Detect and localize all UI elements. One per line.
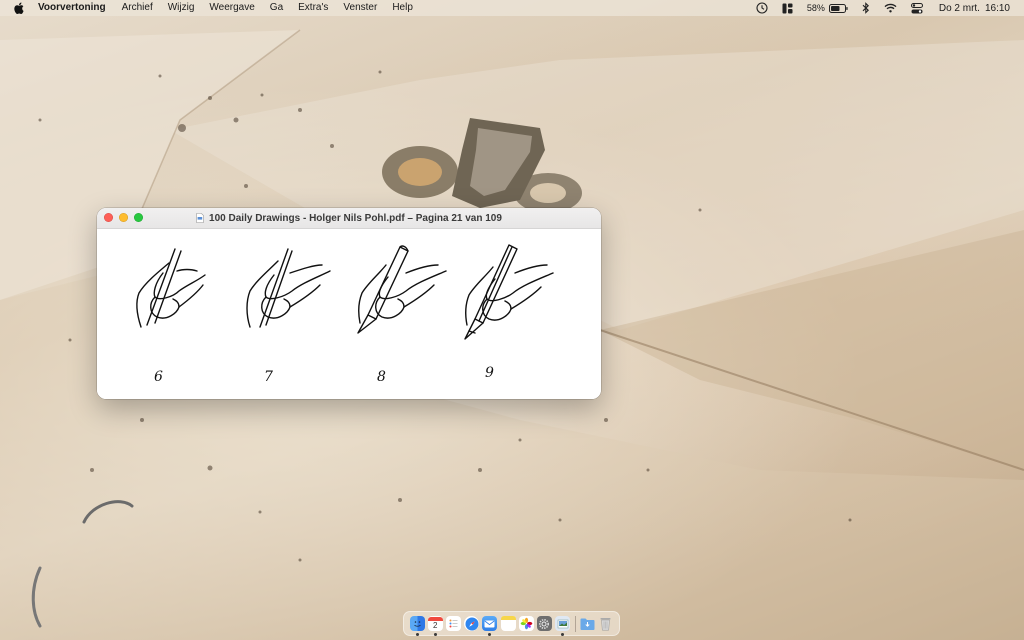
menu-archief[interactable]: Archief [122,0,153,16]
menu-weergave[interactable]: Weergave [209,0,254,16]
battery-percentage: 58% [806,3,825,13]
window-title: 100 Daily Drawings - Holger Nils Pohl.pd… [209,212,502,224]
apple-logo-icon[interactable] [13,2,25,14]
menu-help[interactable]: Help [392,0,413,16]
hand-drawing-7 [246,248,331,328]
control-center-icon[interactable] [910,2,923,14]
pdf-document-icon[interactable] [196,213,204,223]
window-zoom-button[interactable] [134,213,143,222]
menu-venster[interactable]: Venster [343,0,377,16]
hand-drawing-8 [357,245,447,334]
dock-separator [574,615,576,632]
menu-ga[interactable]: Ga [270,0,283,16]
battery-icon[interactable] [828,3,848,13]
downloads-folder-icon[interactable] [580,616,595,631]
desktop: Voorvertoning Archief Wijzig Weergave Ga… [0,0,1024,640]
drawing-number-8: 8 [377,369,386,385]
menu-bar: Voorvertoning Archief Wijzig Weergave Ga… [0,0,1024,16]
hand-drawing-6 [136,248,206,328]
window-close-button[interactable] [104,213,113,222]
wifi-icon[interactable] [884,3,897,13]
drawing-number-7: 7 [264,369,273,385]
dock: 2 [403,611,620,636]
bluetooth-icon[interactable] [862,2,870,14]
drawing-number-6: 6 [154,369,163,385]
clock-date: Do 2 mrt. [938,2,980,14]
calendar-icon[interactable]: 2 [427,616,443,636]
calendar-day: 2 [433,620,438,630]
menu-wijzig[interactable]: Wijzig [168,0,195,16]
time-machine-icon[interactable] [756,2,768,14]
stage-manager-icon[interactable] [782,3,793,14]
trash-icon[interactable] [598,616,613,631]
mail-icon[interactable] [482,616,498,636]
photos-icon[interactable] [518,616,534,631]
window-minimize-button[interactable] [119,213,128,222]
drawing-number-9: 9 [485,365,494,381]
menu-app-name[interactable]: Voorvertoning [38,0,106,16]
menu-extras[interactable]: Extra's [298,0,328,16]
hand-drawing-9 [464,244,554,340]
preview-window[interactable]: 100 Daily Drawings - Holger Nils Pohl.pd… [97,208,601,399]
menu-clock[interactable]: Do 2 mrt. 16:10 [939,3,1010,14]
system-settings-icon[interactable] [536,616,552,631]
window-titlebar[interactable]: 100 Daily Drawings - Holger Nils Pohl.pd… [97,208,601,229]
reminders-icon[interactable] [445,616,461,631]
preview-icon[interactable] [555,616,571,636]
notes-icon[interactable] [500,616,516,631]
clock-time: 16:10 [984,2,1010,14]
safari-icon[interactable] [464,616,480,631]
pdf-page[interactable]: 6 7 8 9 [97,229,601,399]
finder-icon[interactable] [409,616,425,636]
